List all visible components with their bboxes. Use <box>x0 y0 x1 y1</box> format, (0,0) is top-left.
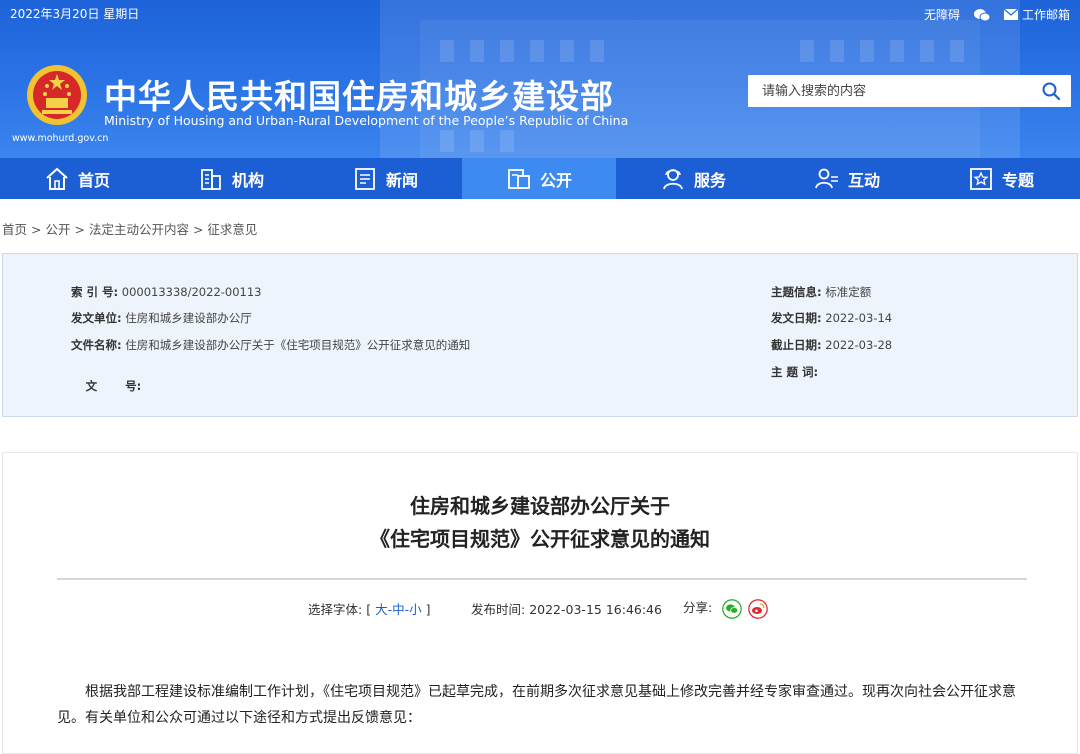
article: 住房和城乡建设部办公厅关于 《住宅项目规范》公开征求意见的通知 选择字体: [ … <box>2 452 1078 754</box>
font-size-selector: 选择字体: [ 大-中-小 ] <box>308 599 431 618</box>
site-url: www.mohurd.gov.cn <box>12 133 109 144</box>
nav-label-interaction: 互动 <box>847 170 880 190</box>
site-subtitle: Ministry of Housing and Urban-Rural Deve… <box>104 113 629 128</box>
nav-item-organization[interactable]: 机构 <box>154 158 308 199</box>
main-nav: 首页 机构 新闻 公开 服务 互动 专题 <box>0 158 1080 199</box>
accessibility-label: 无障碍 <box>923 8 960 22</box>
article-title-line1: 住房和城乡建设部办公厅关于 <box>410 494 670 518</box>
top-links: 无障碍 工作邮箱 <box>924 6 1070 23</box>
publish-time-label: 发布时间: <box>471 602 526 617</box>
document-info-panel: 索 引 号: 000013338/2022-00113 发文单位: 住房和城乡建… <box>2 253 1078 417</box>
work-mail-label: 工作邮箱 <box>1021 8 1070 22</box>
nav-label-disclosure: 公开 <box>539 170 572 190</box>
nav-label-home: 首页 <box>77 170 110 190</box>
info-docno: 文 号: <box>71 364 142 422</box>
nav-item-home[interactable]: 首页 <box>0 158 154 199</box>
info-index-label: 索 引 号: <box>71 285 119 299</box>
news-icon <box>355 167 375 190</box>
info-issue-date-value: 2022-03-14 <box>825 311 893 325</box>
wechat-icon <box>973 8 990 21</box>
share-label: 分享: <box>683 600 713 615</box>
bracket-open: [ <box>366 602 372 617</box>
title-divider <box>57 578 1027 580</box>
site-header: 2022年3月20日 星期日 无障碍 工作邮箱 中华人民共和国住房和城乡建设部 … <box>0 0 1080 158</box>
nav-item-topic[interactable]: 专题 <box>924 158 1078 199</box>
search-icon[interactable] <box>1041 81 1061 101</box>
paragraph-line1: 根据我部工程建设标准编制工作计划，《住宅项目规范》已起草完成，在前期多次征求意见… <box>85 684 988 700</box>
building-icon <box>201 168 221 190</box>
font-small-link[interactable]: 小 <box>409 602 422 617</box>
font-size-label: 选择字体: <box>308 602 363 617</box>
breadcrumb-solicit-opinions[interactable]: 征求意见 <box>207 222 257 237</box>
national-emblem-icon <box>27 65 87 125</box>
nav-label-service: 服务 <box>693 170 726 190</box>
publish-time-value: 2022-03-15 16:46:46 <box>529 602 662 617</box>
info-index-value: 000013338/2022-00113 <box>121 285 262 299</box>
home-icon <box>46 167 68 190</box>
info-issue-date: 发文日期: 2022-03-14 <box>771 310 892 326</box>
font-large-link[interactable]: 大 <box>375 602 388 617</box>
search-box <box>748 75 1071 107</box>
info-filename-value: 住房和城乡建设部办公厅关于《住宅项目规范》公开征求意见的通知 <box>125 338 471 352</box>
article-title-line2: 《住宅项目规范》公开征求意见的通知 <box>370 527 710 551</box>
search-input[interactable] <box>748 75 1022 107</box>
info-deadline-value: 2022-03-28 <box>825 338 893 352</box>
nav-item-interaction[interactable]: 互动 <box>770 158 924 199</box>
publish-time: 发布时间: 2022-03-15 16:46:46 <box>471 599 662 618</box>
breadcrumb-sep: > <box>31 222 42 237</box>
breadcrumb-disclosure[interactable]: 公开 <box>45 222 70 237</box>
breadcrumb-sep: > <box>74 222 85 237</box>
info-deadline: 截止日期: 2022-03-28 <box>771 337 892 353</box>
info-filename-label: 文件名称: <box>71 338 122 352</box>
nav-item-disclosure[interactable]: 公开 <box>462 158 616 199</box>
info-unit: 发文单位: 住房和城乡建设部办公厅 <box>71 310 252 326</box>
interaction-icon <box>815 168 838 188</box>
info-topic-value: 标准定额 <box>825 285 872 299</box>
accessibility-link[interactable]: 无障碍 <box>924 6 960 23</box>
share-bar: 分享: <box>683 597 769 619</box>
info-issue-date-label: 发文日期: <box>771 311 822 325</box>
info-docno-label: 文 号: <box>85 379 142 393</box>
info-keywords-label: 主 题 词: <box>771 365 819 379</box>
breadcrumb-home[interactable]: 首页 <box>2 222 27 237</box>
mail-icon <box>1003 9 1018 20</box>
service-icon <box>663 168 683 189</box>
info-unit-value: 住房和城乡建设部办公厅 <box>125 311 252 325</box>
info-index: 索 引 号: 000013338/2022-00113 <box>71 284 262 300</box>
info-filename: 文件名称: 住房和城乡建设部办公厅关于《住宅项目规范》公开征求意见的通知 <box>71 337 470 353</box>
disclosure-icon <box>508 168 530 189</box>
font-medium-link[interactable]: 中 <box>392 602 405 617</box>
nav-label-news: 新闻 <box>385 170 418 190</box>
wechat-link[interactable] <box>973 8 990 22</box>
info-topic: 主题信息: 标准定额 <box>771 284 871 300</box>
work-mail-link[interactable]: 工作邮箱 <box>1003 6 1070 23</box>
site-title: 中华人民共和国住房和城乡建设部 <box>104 77 614 116</box>
nav-item-news[interactable]: 新闻 <box>308 158 462 199</box>
info-unit-label: 发文单位: <box>71 311 122 325</box>
info-topic-label: 主题信息: <box>771 285 822 299</box>
weibo-share-icon[interactable] <box>748 598 769 619</box>
nav-label-topic: 专题 <box>1001 170 1034 190</box>
breadcrumb: 首页 > 公开 > 法定主动公开内容 > 征求意见 <box>2 219 257 238</box>
nav-label-organization: 机构 <box>231 170 264 190</box>
wechat-share-icon[interactable] <box>722 598 743 619</box>
breadcrumb-sep: > <box>192 222 204 237</box>
bracket-close: ] <box>425 602 431 617</box>
breadcrumb-statutory-content[interactable]: 法定主动公开内容 <box>89 222 189 237</box>
info-keywords: 主 题 词: <box>771 364 818 380</box>
nav-item-service[interactable]: 服务 <box>616 158 770 199</box>
topic-icon <box>970 167 992 190</box>
article-paragraph: 根据我部工程建设标准编制工作计划，《住宅项目规范》已起草完成，在前期多次征求意见… <box>57 679 1025 731</box>
current-date: 2022年3月20日 星期日 <box>10 7 140 21</box>
info-deadline-label: 截止日期: <box>771 338 822 352</box>
